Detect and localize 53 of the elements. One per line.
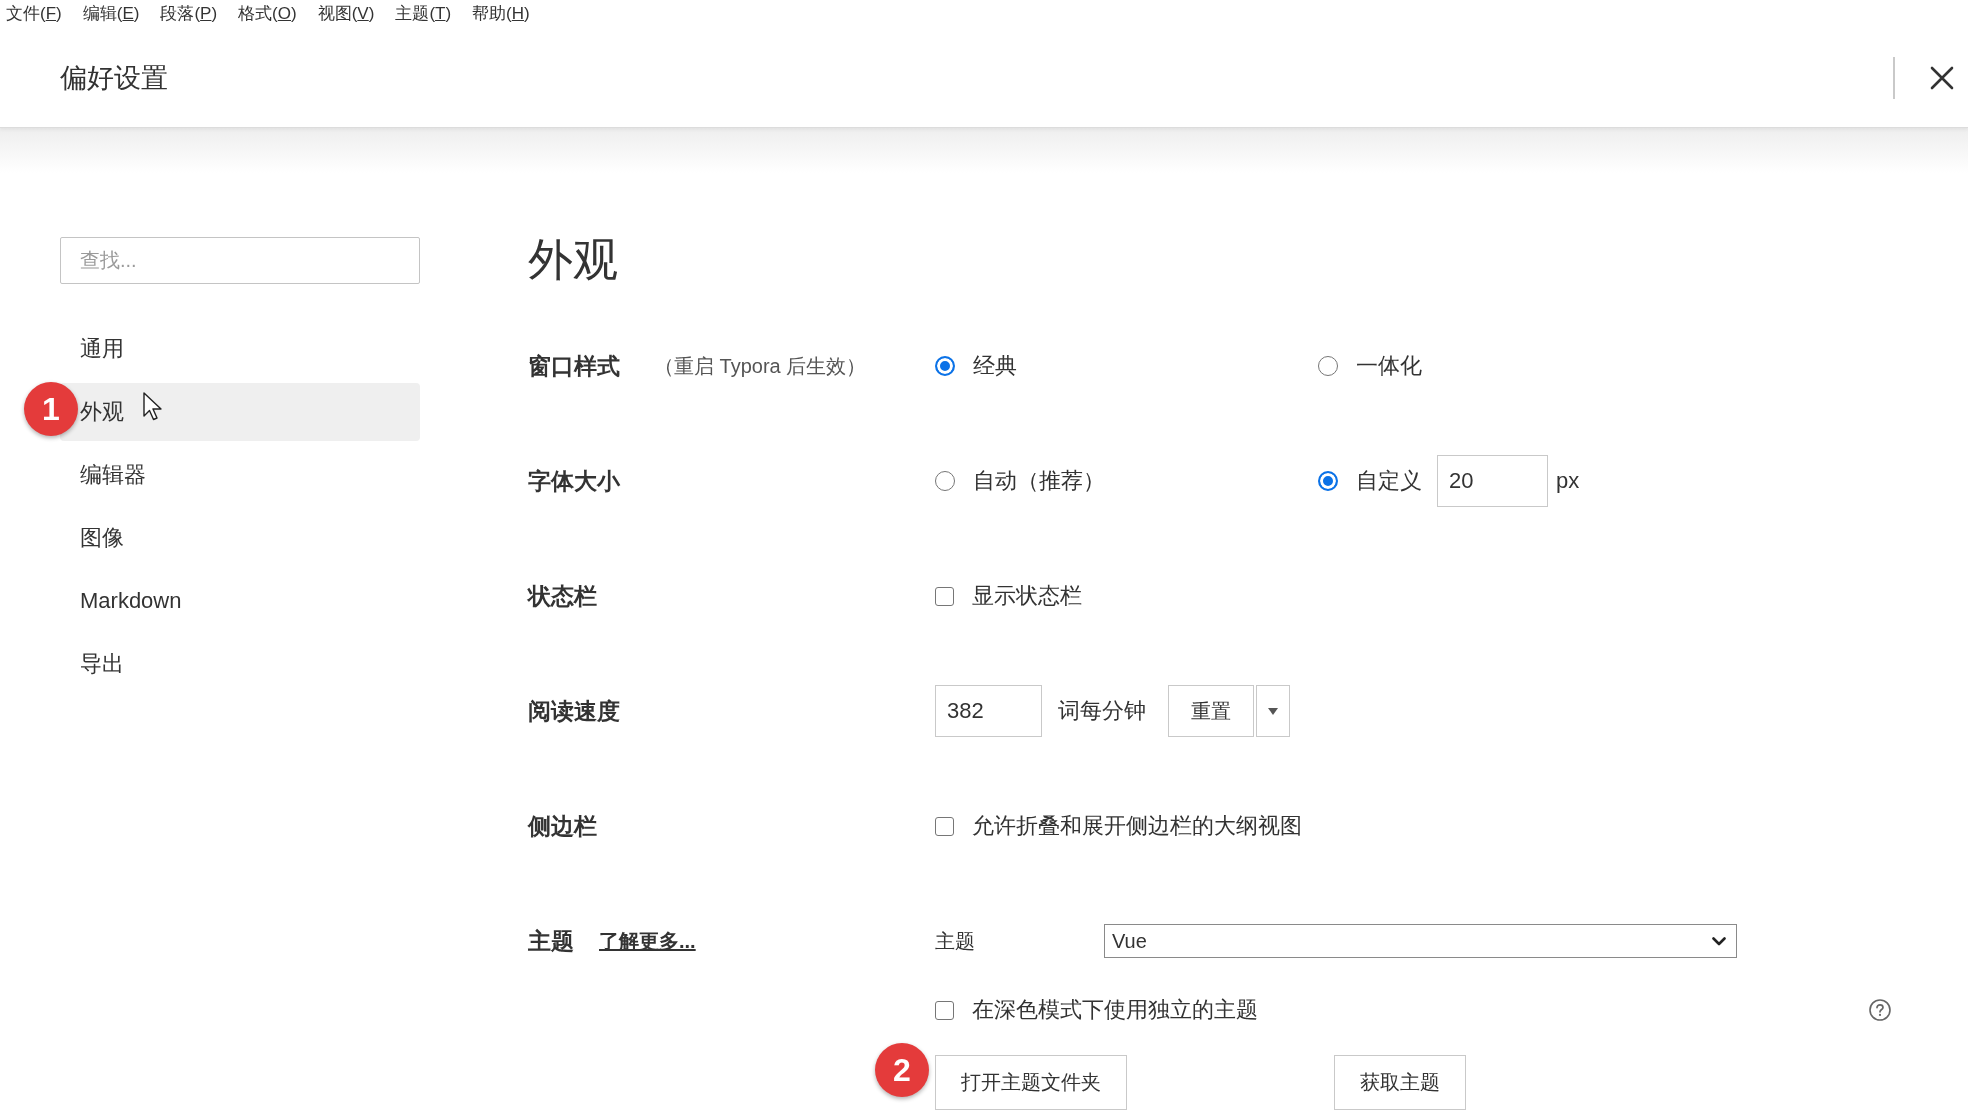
caret-icon <box>1268 707 1278 715</box>
close-icon <box>1930 65 1954 90</box>
setting-label: 主题 <box>528 926 574 956</box>
menu-item[interactable]: 格式(O) <box>238 3 297 25</box>
option-label[interactable]: 在深色模式下使用独立的主题 <box>972 995 1258 1025</box>
setting-label: 窗口样式 <box>528 351 620 381</box>
setting-label: 阅读速度 <box>528 696 620 726</box>
option-label[interactable]: 自定义 <box>1356 466 1422 496</box>
option-label[interactable]: 显示状态栏 <box>972 581 1082 611</box>
step-marker: 2 <box>875 1043 929 1097</box>
option-label[interactable]: 自动（推荐） <box>973 466 1105 496</box>
select-label: 主题 <box>935 928 976 954</box>
menu-item[interactable]: 帮助(H) <box>472 3 530 25</box>
setting-hint: （重启 Typora 后生效） <box>654 353 867 379</box>
theme-select[interactable]: Vue <box>1104 924 1737 958</box>
menu-item[interactable]: 文件(F) <box>6 3 62 25</box>
sidebar-item[interactable]: 导出 <box>60 635 420 693</box>
menu-item[interactable]: 视图(V) <box>317 3 375 25</box>
setting-label: 侧边栏 <box>528 811 597 841</box>
sidebar-item[interactable]: 编辑器 <box>60 446 420 504</box>
input-field[interactable]: 382 <box>935 685 1042 737</box>
theme-button[interactable]: 打开主题文件夹 <box>935 1055 1127 1110</box>
learn-more-link[interactable]: 了解更多... <box>599 927 696 955</box>
setting-label: 字体大小 <box>528 466 620 496</box>
unit-label: px <box>1556 468 1580 494</box>
search-field[interactable]: 查找... <box>60 237 420 284</box>
window-title: 偏好设置 <box>60 61 169 95</box>
page-title: 外观 <box>528 233 619 287</box>
unit-label: 词每分钟 <box>1058 697 1146 725</box>
option-label[interactable]: 一体化 <box>1356 351 1422 381</box>
menu-item[interactable]: 主题(T) <box>395 3 452 25</box>
radio-button[interactable] <box>935 471 955 491</box>
step-marker: 1 <box>24 382 78 436</box>
menu-item[interactable]: 编辑(E) <box>82 3 140 25</box>
radio-button[interactable] <box>1318 356 1338 376</box>
setting-label: 状态栏 <box>528 581 597 611</box>
checkbox[interactable] <box>935 1000 954 1020</box>
chevron-icon <box>1712 936 1726 946</box>
input-field[interactable]: 20 <box>1437 455 1548 507</box>
reset-button[interactable]: 重置 <box>1168 685 1254 737</box>
theme-button[interactable]: 获取主题 <box>1334 1055 1466 1110</box>
checkbox[interactable] <box>935 586 954 606</box>
option-label[interactable]: 允许折叠和展开侧边栏的大纲视图 <box>972 811 1302 841</box>
radio-button[interactable] <box>1318 471 1338 491</box>
sidebar-item[interactable]: 通用 <box>60 320 420 378</box>
help-icon[interactable] <box>1869 999 1891 1021</box>
radio-button[interactable] <box>935 356 955 376</box>
sidebar-item[interactable]: 图像 <box>60 509 420 567</box>
menu-item[interactable]: 段落(P) <box>160 3 218 25</box>
option-label[interactable]: 经典 <box>973 351 1017 381</box>
sidebar-item[interactable]: 外观 <box>60 383 420 441</box>
sidebar-item[interactable]: Markdown <box>60 572 420 630</box>
checkbox[interactable] <box>935 816 954 836</box>
